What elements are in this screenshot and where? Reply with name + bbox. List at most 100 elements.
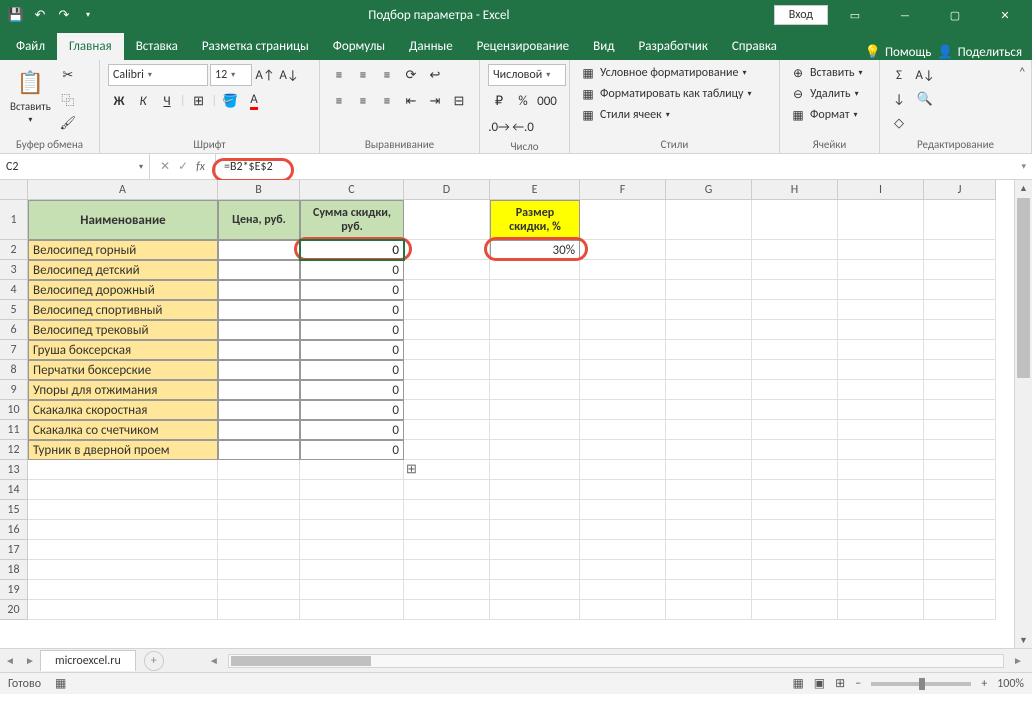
tab-вид[interactable]: Вид xyxy=(581,33,626,60)
cell[interactable] xyxy=(752,240,838,260)
cell[interactable] xyxy=(838,280,924,300)
fill-icon[interactable]: ↓ xyxy=(888,88,910,110)
bold-button[interactable]: Ж xyxy=(108,90,130,112)
cell[interactable] xyxy=(838,360,924,380)
percent-icon[interactable]: % xyxy=(512,90,534,112)
tab-формулы[interactable]: Формулы xyxy=(321,33,397,60)
cell[interactable]: Турник в дверной проем xyxy=(28,440,218,460)
cell[interactable] xyxy=(580,360,666,380)
save-icon[interactable]: 💾 xyxy=(8,7,24,23)
cell[interactable] xyxy=(580,300,666,320)
cell[interactable] xyxy=(218,300,300,320)
cell[interactable] xyxy=(838,540,924,560)
cell[interactable] xyxy=(924,380,996,400)
cell[interactable] xyxy=(924,200,996,240)
hscroll-left-icon[interactable]: ◄ xyxy=(204,654,224,667)
cell[interactable] xyxy=(580,200,666,240)
cell[interactable]: 0 xyxy=(300,320,404,340)
cell[interactable] xyxy=(838,600,924,620)
cell[interactable] xyxy=(666,540,752,560)
cell[interactable] xyxy=(580,500,666,520)
align-top-icon[interactable]: ≡ xyxy=(328,64,350,86)
qat-dropdown-icon[interactable]: ▾ xyxy=(80,7,96,23)
minimize-icon[interactable]: — xyxy=(882,0,928,30)
row-header[interactable]: 2 xyxy=(0,240,28,260)
cell[interactable] xyxy=(580,280,666,300)
cell[interactable] xyxy=(924,520,996,540)
cell[interactable] xyxy=(924,260,996,280)
cell[interactable] xyxy=(218,460,300,480)
cell[interactable] xyxy=(580,320,666,340)
cell[interactable] xyxy=(666,260,752,280)
cell[interactable] xyxy=(404,600,490,620)
cancel-formula-icon[interactable]: ✕ xyxy=(160,159,170,174)
close-icon[interactable]: ✕ xyxy=(982,0,1028,30)
cell[interactable] xyxy=(666,560,752,580)
cell[interactable] xyxy=(924,360,996,380)
cell[interactable] xyxy=(752,280,838,300)
delete-cells-button[interactable]: ⊖Удалить▾ xyxy=(788,85,861,103)
cell[interactable] xyxy=(404,440,490,460)
cell[interactable]: 0 xyxy=(300,420,404,440)
format-cells-button[interactable]: ▦Формат▾ xyxy=(788,106,860,124)
cell[interactable] xyxy=(218,280,300,300)
underline-button[interactable]: Ч xyxy=(156,90,178,112)
tab-разработчик[interactable]: Разработчик xyxy=(626,33,719,60)
cell[interactable] xyxy=(490,540,580,560)
decrease-indent-icon[interactable]: ⇤ xyxy=(400,90,422,112)
cell[interactable] xyxy=(752,360,838,380)
cell[interactable] xyxy=(490,280,580,300)
select-all-corner[interactable] xyxy=(0,180,28,200)
cell[interactable] xyxy=(580,340,666,360)
cell[interactable]: Сумма скидки, руб. xyxy=(300,200,404,240)
number-format-combo[interactable]: Числовой▾ xyxy=(488,64,566,86)
cell[interactable] xyxy=(752,400,838,420)
row-header[interactable]: 8 xyxy=(0,360,28,380)
column-header[interactable]: A xyxy=(28,180,218,200)
format-as-table-button[interactable]: ▦Форматировать как таблицу▾ xyxy=(578,85,754,103)
cell[interactable] xyxy=(752,420,838,440)
cell[interactable] xyxy=(666,320,752,340)
tab-рецензирование[interactable]: Рецензирование xyxy=(465,33,581,60)
cell[interactable] xyxy=(838,440,924,460)
cell[interactable] xyxy=(752,340,838,360)
cell[interactable] xyxy=(404,240,490,260)
align-center-icon[interactable]: ≡ xyxy=(352,90,374,112)
cell[interactable] xyxy=(838,260,924,280)
add-sheet-icon[interactable]: + xyxy=(144,651,164,671)
zoom-level[interactable]: 100% xyxy=(997,677,1024,691)
cell[interactable] xyxy=(580,480,666,500)
cell[interactable] xyxy=(924,560,996,580)
cell[interactable] xyxy=(404,400,490,420)
undo-icon[interactable]: ↶ xyxy=(32,7,48,23)
cell[interactable] xyxy=(218,380,300,400)
cell[interactable] xyxy=(218,560,300,580)
zoom-slider[interactable] xyxy=(871,682,971,686)
cell[interactable] xyxy=(404,560,490,580)
cell[interactable] xyxy=(580,240,666,260)
cell[interactable] xyxy=(404,260,490,280)
view-normal-icon[interactable]: ▦ xyxy=(792,676,803,691)
cell[interactable] xyxy=(218,440,300,460)
cell[interactable] xyxy=(28,580,218,600)
cell[interactable] xyxy=(28,600,218,620)
tab-разметка страницы[interactable]: Разметка страницы xyxy=(190,33,321,60)
cell[interactable] xyxy=(752,600,838,620)
cell[interactable]: 0 xyxy=(300,440,404,460)
scroll-thumb[interactable] xyxy=(1017,198,1030,378)
cell[interactable] xyxy=(404,320,490,340)
cell[interactable] xyxy=(218,260,300,280)
view-pagebreak-icon[interactable]: ⊞ xyxy=(835,676,845,691)
cell[interactable] xyxy=(580,260,666,280)
cell[interactable]: Груша боксерская xyxy=(28,340,218,360)
wrap-text-icon[interactable]: ↩ xyxy=(424,64,446,86)
tab-главная[interactable]: Главная xyxy=(57,33,124,60)
cell[interactable] xyxy=(752,580,838,600)
cell[interactable] xyxy=(218,480,300,500)
paste-button[interactable]: 📋 Вставить ▾ xyxy=(8,64,53,127)
cell[interactable] xyxy=(666,360,752,380)
row-header[interactable]: 5 xyxy=(0,300,28,320)
cell[interactable] xyxy=(490,300,580,320)
sheet-tab[interactable]: microexcel.ru xyxy=(40,650,136,671)
increase-indent-icon[interactable]: ⇥ xyxy=(424,90,446,112)
